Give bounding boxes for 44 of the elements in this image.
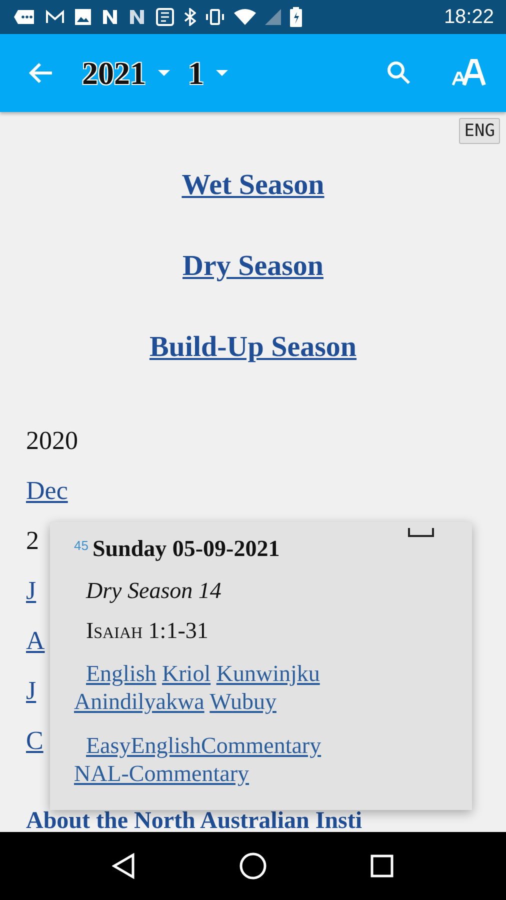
translation-link[interactable]: Anindilyakwa (74, 689, 204, 714)
caret-icon (216, 70, 228, 76)
section-heading: About the North Australian Insti (26, 810, 364, 832)
wifi-icon (234, 9, 256, 25)
year-dropdown[interactable]: 2021 (82, 54, 170, 92)
recents-icon[interactable] (370, 854, 394, 878)
translation-link[interactable]: Kunwinjku (216, 661, 320, 686)
caret-icon (158, 70, 170, 76)
clock: 18:22 (444, 6, 494, 28)
month-dropdown[interactable]: 1 (188, 54, 228, 92)
season-link[interactable]: Build-Up Season (149, 330, 357, 364)
home-icon[interactable] (238, 852, 267, 880)
bracket-icon[interactable] (408, 528, 434, 538)
battery-icon (290, 7, 302, 27)
year-heading: 2020 (26, 425, 78, 457)
language-badge[interactable]: ENG (459, 118, 500, 144)
season-link[interactable]: Dry Season (182, 249, 324, 283)
year-heading: 2 (26, 525, 39, 557)
month-link[interactable]: J (26, 666, 36, 716)
search-icon[interactable] (386, 60, 412, 86)
week-number: 45 (74, 538, 88, 553)
n-shape-icon (128, 8, 146, 26)
bluetooth-icon (184, 8, 196, 26)
month-link[interactable]: C (26, 716, 44, 766)
month-link[interactable]: A (26, 616, 45, 666)
image-icon (74, 8, 92, 26)
mail-icon (45, 9, 65, 25)
month-link[interactable]: J (26, 566, 36, 616)
season-week: Dry Season 14 (86, 578, 222, 604)
translation-link[interactable]: Wubuy (210, 689, 276, 714)
text-size-icon[interactable] (452, 59, 486, 87)
vibrate-icon (205, 8, 225, 26)
chat-icon (14, 9, 36, 25)
n-shape-icon (101, 8, 119, 26)
commentary-link[interactable]: NAL-Commentary (74, 761, 250, 786)
commentary-link[interactable]: EasyEnglishCommentary (86, 733, 322, 758)
translation-link[interactable]: English (86, 661, 156, 686)
translation-link[interactable]: Kriol (162, 661, 211, 686)
signal-icon (265, 9, 281, 25)
date-title: Sunday 05-09-2021 (92, 536, 280, 562)
month-link[interactable]: Dec (26, 466, 68, 516)
back-icon[interactable] (112, 853, 136, 879)
scripture-reference: Isaiah 1:1-31 (86, 618, 210, 644)
season-link[interactable]: Wet Season (182, 168, 324, 202)
